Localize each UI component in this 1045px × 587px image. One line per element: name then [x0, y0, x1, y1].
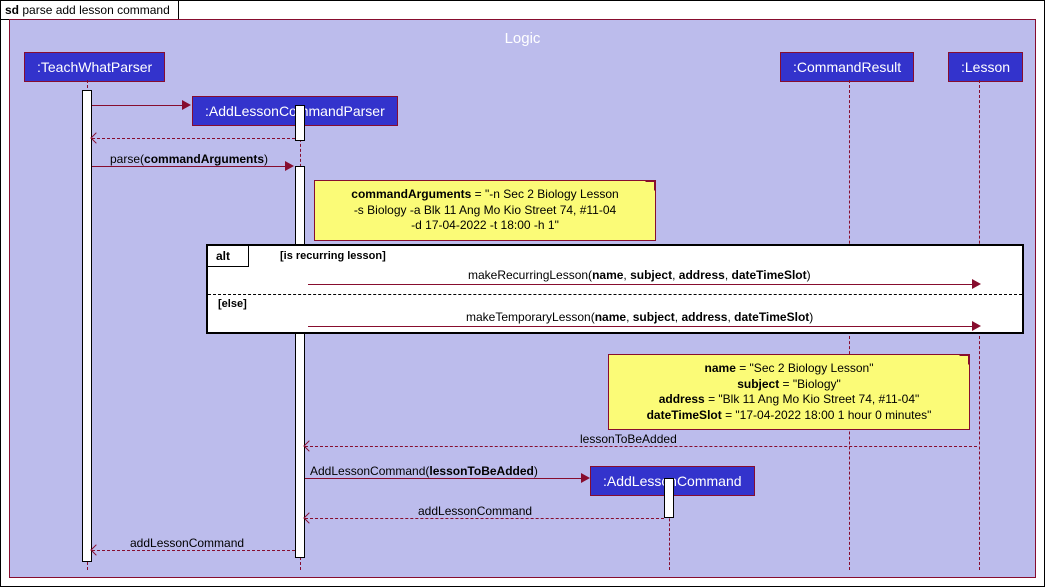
- note-command-arguments: commandArguments = "-n Sec 2 Biology Les…: [314, 180, 656, 241]
- n2-dt-v: = "17-04-2022 18:00 1 hour 0 minutes": [722, 408, 932, 422]
- n2-addr-v: = "Blk 11 Ang Mo Kio Street 74, #11-04": [705, 392, 920, 406]
- arrowhead-create-addlessoncmd: [581, 473, 590, 483]
- note1-l2: -s Biology -a Blk 11 Ang Mo Kio Street 7…: [354, 203, 616, 217]
- alt-divider: [208, 294, 1022, 295]
- participant-commandresult: :CommandResult: [780, 52, 914, 82]
- activation-parser-2: [295, 166, 305, 558]
- n2-addr-k: address: [659, 392, 705, 406]
- msg-create-addlessoncmd: AddLessonCommand(lessonToBeAdded): [310, 464, 538, 478]
- n2-name-k: name: [705, 361, 736, 375]
- note1-v1: = "-n Sec 2 Biology Lesson: [471, 187, 618, 201]
- arrow-return-addlessoncmd1: [305, 518, 664, 519]
- arrow-return-lesson: [305, 446, 977, 447]
- sd-title: parse add lesson command: [22, 3, 169, 17]
- arrowhead-return-lesson: [303, 440, 314, 451]
- activation-parser-1: [295, 105, 305, 141]
- n2-dt-k: dateTimeSlot: [647, 408, 722, 422]
- arrow-make-recurring: [308, 284, 974, 285]
- note1-k: commandArguments: [351, 187, 471, 201]
- msg-return-addlessoncmd2: addLessonCommand: [130, 536, 244, 550]
- alt-label: alt: [208, 246, 249, 267]
- arrow-make-temporary: [308, 326, 974, 327]
- msg-return-addlessoncmd1: addLessonCommand: [418, 504, 532, 518]
- logic-frame: Logic :TeachWhatParser :AddLessonCommand…: [9, 19, 1036, 578]
- arrowhead-return-addlessoncmd2: [90, 544, 101, 555]
- n2-subj-k: subject: [737, 377, 779, 391]
- sd-label: sd parse add lesson command: [1, 1, 179, 20]
- arrowhead-return-parser-create: [90, 132, 101, 143]
- activation-teachwhatparser: [82, 90, 92, 562]
- diagram-outer: sd parse add lesson command Logic :Teach…: [0, 0, 1045, 587]
- arrowhead-make-recurring: [972, 279, 981, 289]
- n2-subj-v: = "Biology": [779, 377, 841, 391]
- arrowhead-return-addlessoncmd1: [303, 512, 314, 523]
- participant-lesson: :Lesson: [948, 52, 1023, 82]
- msg-make-temporary: makeTemporaryLesson(name, subject, addre…: [466, 310, 813, 324]
- guard-recurring: [is recurring lesson]: [280, 250, 386, 262]
- arrow-create-parser: [92, 105, 184, 106]
- sd-prefix: sd: [5, 3, 19, 17]
- arrowhead-create-parser: [182, 100, 191, 110]
- msg-return-lesson: lessonToBeAdded: [580, 432, 677, 446]
- arrow-return-addlessoncmd2: [92, 550, 295, 551]
- arrowhead-make-temporary: [972, 321, 981, 331]
- activation-addlessoncmd: [664, 478, 674, 518]
- participant-teachwhatparser: :TeachWhatParser: [24, 52, 165, 82]
- n2-name-v: = "Sec 2 Biology Lesson": [736, 361, 874, 375]
- note1-l3: -d 17-04-2022 -t 18:00 -h 1": [411, 218, 559, 232]
- msg-parse: parse(commandArguments): [110, 152, 268, 166]
- note-parsed-values: name = "Sec 2 Biology Lesson" subject = …: [608, 354, 970, 430]
- alt-frame: alt [is recurring lesson] [else] makeRec…: [206, 244, 1024, 334]
- arrow-parse: [92, 166, 287, 167]
- arrow-return-parser-create: [92, 138, 295, 139]
- arrowhead-parse: [285, 161, 294, 171]
- guard-else: [else]: [218, 298, 247, 310]
- msg-make-recurring: makeRecurringLesson(name, subject, addre…: [468, 268, 811, 282]
- frame-title: Logic: [505, 30, 541, 47]
- arrow-create-addlessoncmd: [305, 478, 583, 479]
